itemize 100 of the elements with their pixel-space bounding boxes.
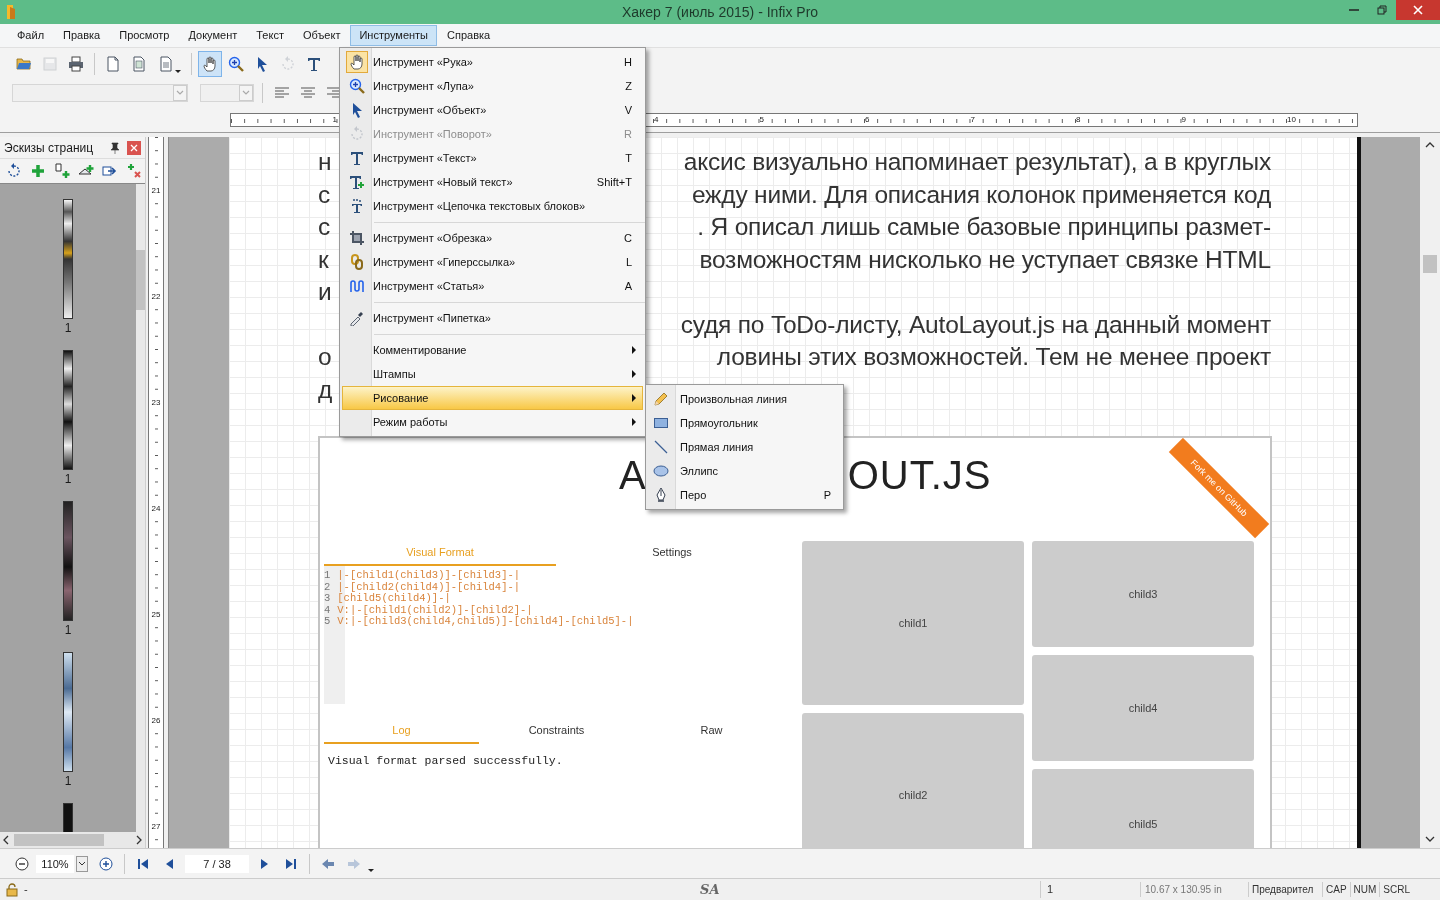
output-tab[interactable]: Constraints [479, 718, 634, 744]
toolbar-button[interactable] [198, 50, 222, 77]
output-tab[interactable]: Raw [634, 718, 789, 744]
horizontal-scrollbar[interactable] [0, 832, 145, 848]
menu-item[interactable]: Инструмент «Объект» V [342, 98, 643, 122]
menu-item[interactable]: Произвольная линия [646, 387, 843, 411]
zoom-in-icon [99, 856, 113, 871]
menu-item[interactable]: Штампы [342, 362, 643, 386]
menu-bar-item[interactable]: Объект [293, 25, 350, 46]
page-thumbnail[interactable] [63, 199, 73, 319]
menu-item[interactable]: Инструмент «Новый текст» Shift+T [342, 170, 643, 194]
scrollbar-thumb[interactable] [14, 834, 104, 846]
back-arrow-icon [321, 856, 335, 871]
ruler-number: 23 [151, 398, 161, 407]
menu-bar-item[interactable]: Документ [179, 25, 247, 46]
ruler-number: 6 [865, 114, 870, 124]
align-left-icon [274, 85, 290, 101]
plus-icon [30, 163, 46, 179]
ruler-number: 25 [151, 610, 161, 619]
menu-item[interactable]: Комментирование [342, 338, 643, 362]
status-page-size: 10.67 x 130.95 in [1140, 882, 1248, 897]
magnifier-icon [348, 78, 365, 94]
page-plus-button[interactable] [54, 163, 70, 179]
menu-item[interactable]: Инструмент «Цепочка текстовых блоков» [342, 194, 643, 218]
menu-item[interactable]: Инструмент «Пипетка» [342, 306, 643, 330]
menu-item[interactable]: Рисование [342, 386, 643, 410]
submenu-arrow-icon [632, 418, 636, 426]
menu-item[interactable]: Инструмент «Лупа» Z [342, 74, 643, 98]
scrollbar-thumb[interactable] [1423, 255, 1437, 273]
code-line: [child5(child4)]-| [337, 593, 452, 605]
menu-item[interactable]: Инструмент «Текст» T [342, 146, 643, 170]
delete-button[interactable] [126, 163, 142, 179]
menu-item[interactable]: Режим работы [342, 410, 643, 434]
text-line-fragment: ежду ними. Для описания колонок применяется код [691, 179, 1271, 210]
status-mode: Предварител [1248, 882, 1322, 897]
menu-item[interactable]: Прямая линия [646, 435, 843, 459]
magnifier-icon [228, 55, 244, 72]
page-thumbnail[interactable] [63, 350, 73, 470]
close-button[interactable] [1396, 0, 1440, 20]
close-button[interactable] [127, 140, 141, 155]
menu-item[interactable]: Прямоугольник [646, 411, 843, 435]
printer-icon [68, 55, 84, 72]
page-field[interactable]: 7 / 38 [185, 854, 249, 873]
ruler-number: 24 [151, 504, 161, 513]
chevron-down-icon [78, 860, 86, 867]
text-line-fragment: с [318, 212, 331, 243]
menu-item[interactable]: Инструмент «Гиперссылка» L [342, 250, 643, 274]
menu-bar-item[interactable]: Правка [54, 25, 110, 46]
menu-item[interactable]: Инструмент «Статья» A [342, 274, 643, 298]
pencil-icon [653, 391, 669, 407]
menu-bar-item[interactable]: Инструменты [350, 25, 438, 46]
layout-view: child1 [802, 541, 1024, 705]
menu-bar-item[interactable]: Справка [438, 25, 500, 46]
ruler-number: 4 [654, 114, 659, 124]
layout-view: child2 [802, 713, 1024, 848]
ruler-number: 27 [151, 822, 161, 831]
text-line-fragment: н [318, 147, 332, 178]
vertical-scrollbar[interactable] [136, 184, 145, 832]
page-thumbnail[interactable] [63, 803, 73, 832]
plus-button[interactable] [30, 163, 46, 179]
export-button[interactable] [102, 163, 118, 179]
zoom-dropdown[interactable] [76, 855, 88, 872]
menu-item[interactable]: Инструмент «Рука» H [342, 50, 643, 74]
close-icon [1413, 5, 1423, 15]
eyedropper-icon [348, 310, 365, 326]
rotate-button[interactable] [6, 163, 22, 179]
key-indicator: SCRL [1379, 882, 1414, 897]
text-line-fragment: судя по ToDo-листу, AutoLayout.js на данный момент [680, 309, 1271, 340]
page-thumbnail[interactable] [63, 501, 73, 621]
status-logo: SA [700, 880, 721, 899]
window-title: Хакер 7 (июль 2015) - Infix Pro [620, 2, 820, 22]
text-line-fragment: с [318, 179, 331, 210]
text-line-fragment: аксис визуально напоминает результат), а в круглых [683, 147, 1271, 178]
editor-tab[interactable]: Settings [556, 541, 788, 566]
zoom-field[interactable]: 110% [36, 854, 74, 873]
restore-icon [1377, 5, 1387, 15]
forward-arrow-icon [347, 856, 361, 871]
log-message: Visual format parsed successfully. [327, 753, 564, 769]
menu-item[interactable]: Эллипс [646, 459, 843, 483]
page-plus-icon [54, 163, 70, 179]
menu-item[interactable]: Инструмент «Обрезка» C [342, 226, 643, 250]
hand-icon [202, 55, 218, 72]
layout-view: child4 [1032, 655, 1254, 761]
first-page-icon [136, 856, 150, 871]
page-thumbnail[interactable] [63, 652, 73, 772]
menu-bar-item[interactable]: Просмотр [110, 25, 179, 46]
app-logo-icon [4, 3, 18, 21]
menu-item[interactable]: Перо P [646, 483, 843, 507]
heading-fragment: A [619, 452, 646, 498]
rectangle-icon [653, 415, 669, 431]
text-line-fragment: ловины этих возможностей. Тем не менее проект [716, 342, 1271, 373]
ruler-number: 21 [151, 186, 161, 195]
chevron-left-icon [2, 835, 10, 845]
scrollbar-thumb[interactable] [136, 250, 145, 310]
ruler-number: 8 [1076, 114, 1081, 124]
status-page: 1 [1040, 881, 1140, 898]
menu-bar-item[interactable]: Текст [247, 25, 293, 46]
submenu-arrow-icon [632, 370, 636, 378]
menu-bar-item[interactable]: Файл [8, 25, 54, 46]
pin-button[interactable] [109, 141, 121, 154]
